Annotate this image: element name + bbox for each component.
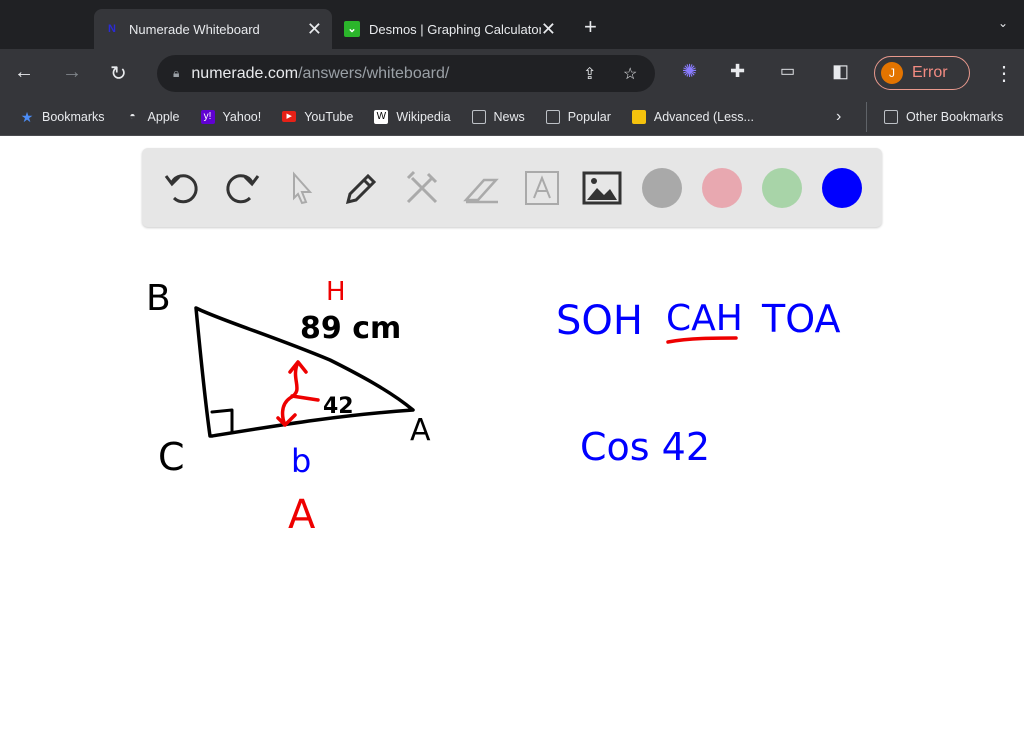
back-icon[interactable]: ←	[14, 61, 34, 84]
folder-icon	[884, 109, 898, 124]
yahoo-icon: y!	[200, 109, 215, 124]
address-bar[interactable]: 🔒︎ numerade.com/answers/whiteboard/ ⇪ ☆	[157, 55, 655, 92]
tab-title: Desmos | Graphing Calculator	[369, 21, 541, 37]
bookmark-label: Other Bookmarks	[906, 109, 1004, 124]
bookmark-label: Popular	[567, 109, 611, 124]
star-icon: ★	[20, 108, 34, 125]
bookmark-icon	[631, 109, 646, 124]
bookmark-yahoo[interactable]: y! Yahoo!	[200, 109, 262, 124]
folder-icon	[471, 109, 486, 124]
tab-numerade[interactable]: N Numerade Whiteboard ✕	[94, 9, 332, 49]
share-icon[interactable]: ⇪	[583, 64, 596, 84]
bookmark-wikipedia[interactable]: W Wikipedia	[374, 109, 451, 124]
adjacent-label: A	[288, 492, 316, 538]
menu-icon[interactable]: ⋮	[994, 61, 1014, 86]
tab-strip: N Numerade Whiteboard ✕ ⌄ Desmos | Graph…	[0, 0, 1024, 49]
bookmark-label: Apple	[147, 109, 180, 124]
side-b-label: b	[291, 442, 311, 480]
cos-equation: Cos 42	[580, 425, 710, 469]
vertex-a-label: A	[410, 413, 431, 448]
url-path: /answers/whiteboard/	[298, 64, 450, 82]
close-tab-icon[interactable]: ✕	[307, 19, 322, 40]
folder-icon	[545, 109, 560, 124]
bookmark-label: Bookmarks	[42, 109, 105, 124]
puzzle-icon[interactable]: ✚	[730, 61, 745, 82]
navigation-bar: ← → ↻ 🔒︎ numerade.com/answers/whiteboard…	[0, 49, 1024, 98]
bookmark-apple[interactable]: ◓ Apple	[126, 110, 180, 124]
whiteboard-canvas[interactable]: B C A H 89 cm 42 b A SOH CAH TOA Cos 42	[0, 137, 1024, 742]
lock-icon: 🔒︎	[173, 66, 180, 80]
bookmark-label: YouTube	[304, 109, 354, 124]
sidebar-icon[interactable]: ◧	[832, 61, 849, 82]
bookmarks-bar: ★ Bookmarks ◓ Apple y! Yahoo! ▶ YouTube W Wik…	[0, 98, 1024, 136]
bookmark-label: Advanced (Less...	[653, 109, 754, 124]
bookmark-label: Yahoo!	[222, 109, 262, 124]
soh-text: SOH	[556, 298, 643, 344]
more-bookmarks-chevron-icon[interactable]: ›	[836, 108, 841, 126]
divider	[866, 102, 867, 132]
new-tab-button[interactable]: +	[584, 14, 597, 40]
right-angle-mark	[210, 408, 234, 434]
youtube-icon: ▶	[282, 111, 297, 122]
tab-desmos[interactable]: ⌄ Desmos | Graphing Calculator ✕	[334, 9, 566, 49]
tab-title: Numerade Whiteboard	[129, 21, 260, 37]
bookmark-advanced[interactable]: Advanced (Less...	[631, 109, 754, 124]
tab-search-chevron-icon[interactable]: ⌄	[998, 16, 1008, 30]
forward-icon[interactable]: →	[62, 61, 82, 84]
profile-button[interactable]: J Error	[874, 56, 970, 90]
toa-text: TOA	[761, 297, 840, 341]
hypotenuse-length: 89 cm	[300, 311, 401, 346]
reload-icon[interactable]: ↻	[110, 61, 127, 86]
bookmark-label: Wikipedia	[396, 109, 451, 124]
extension-icon[interactable]: ✺	[682, 61, 697, 82]
angle-value: 42	[323, 394, 354, 419]
cast-icon[interactable]: ▭	[780, 61, 795, 81]
bookmark-news[interactable]: News	[471, 109, 525, 124]
bookmark-label: News	[493, 109, 525, 124]
profile-status: Error	[912, 64, 948, 81]
desmos-icon: ⌄	[344, 21, 360, 37]
numerade-icon: N	[108, 23, 116, 35]
url-host: numerade.com	[191, 64, 299, 82]
vertex-b-label: B	[146, 278, 171, 319]
bookmark-star-icon[interactable]: ☆	[623, 64, 637, 84]
apple-icon: ◓	[129, 110, 136, 122]
avatar: J	[881, 62, 903, 84]
vertex-c-label: C	[158, 435, 185, 479]
other-bookmarks[interactable]: Other Bookmarks	[884, 109, 1004, 124]
bookmark-popular[interactable]: Popular	[545, 109, 611, 124]
close-tab-icon[interactable]: ✕	[541, 19, 556, 40]
bookmark-youtube[interactable]: ▶ YouTube	[282, 110, 353, 124]
wikipedia-icon: W	[374, 109, 389, 124]
bookmark-bookmarks[interactable]: ★ Bookmarks	[20, 110, 105, 124]
cah-text: CAH	[666, 298, 743, 339]
angle-arrows	[276, 360, 320, 427]
hypotenuse-label: H	[326, 277, 346, 307]
